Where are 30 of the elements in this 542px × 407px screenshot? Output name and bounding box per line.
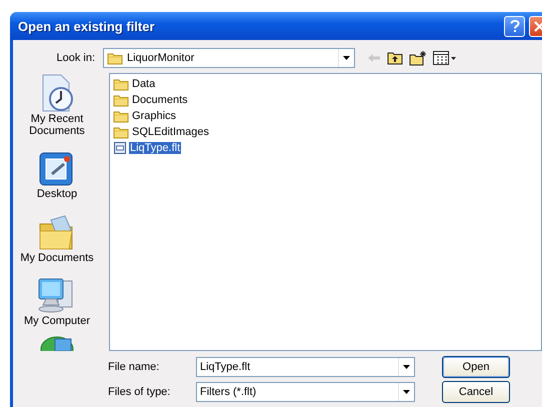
open-button[interactable]: Open [442,356,510,378]
help-button[interactable] [504,16,525,36]
look-in-dropdown[interactable]: LiquorMonitor [103,48,355,68]
file-item[interactable]: LiqType.flt [129,142,182,154]
place-label[interactable]: My Documents [20,252,94,264]
file-name-field[interactable]: LiqType.flt [196,357,415,377]
folder-icon [113,125,129,139]
file-name-label: File name: [108,361,160,373]
folder-item[interactable]: Data [131,78,156,90]
folder-up-icon[interactable] [387,51,403,65]
folder-item[interactable]: Documents [131,94,189,106]
new-folder-icon[interactable] [409,50,427,66]
folder-icon [113,93,129,107]
window-title: Open an existing filter [18,18,156,34]
place-label[interactable]: Desktop [36,188,78,200]
place-label[interactable]: My Recent Documents [15,113,99,137]
file-type-dropdown[interactable]: Filters (*.flt) [196,382,415,402]
view-menu-icon[interactable] [433,51,457,65]
folder-item[interactable]: Graphics [131,110,178,122]
cancel-button[interactable]: Cancel [442,381,510,403]
place-label[interactable]: My Computer [24,314,90,327]
folder-icon [113,77,129,91]
help-icon [510,19,520,33]
document-icon [113,141,127,155]
file-type-label: Files of type: [108,386,172,398]
folder-icon [107,51,123,65]
look-in-label: Look in: [55,52,95,64]
close-icon [534,20,542,32]
folder-icon [113,109,129,123]
folder-item[interactable]: SQLEditImages [131,126,210,138]
